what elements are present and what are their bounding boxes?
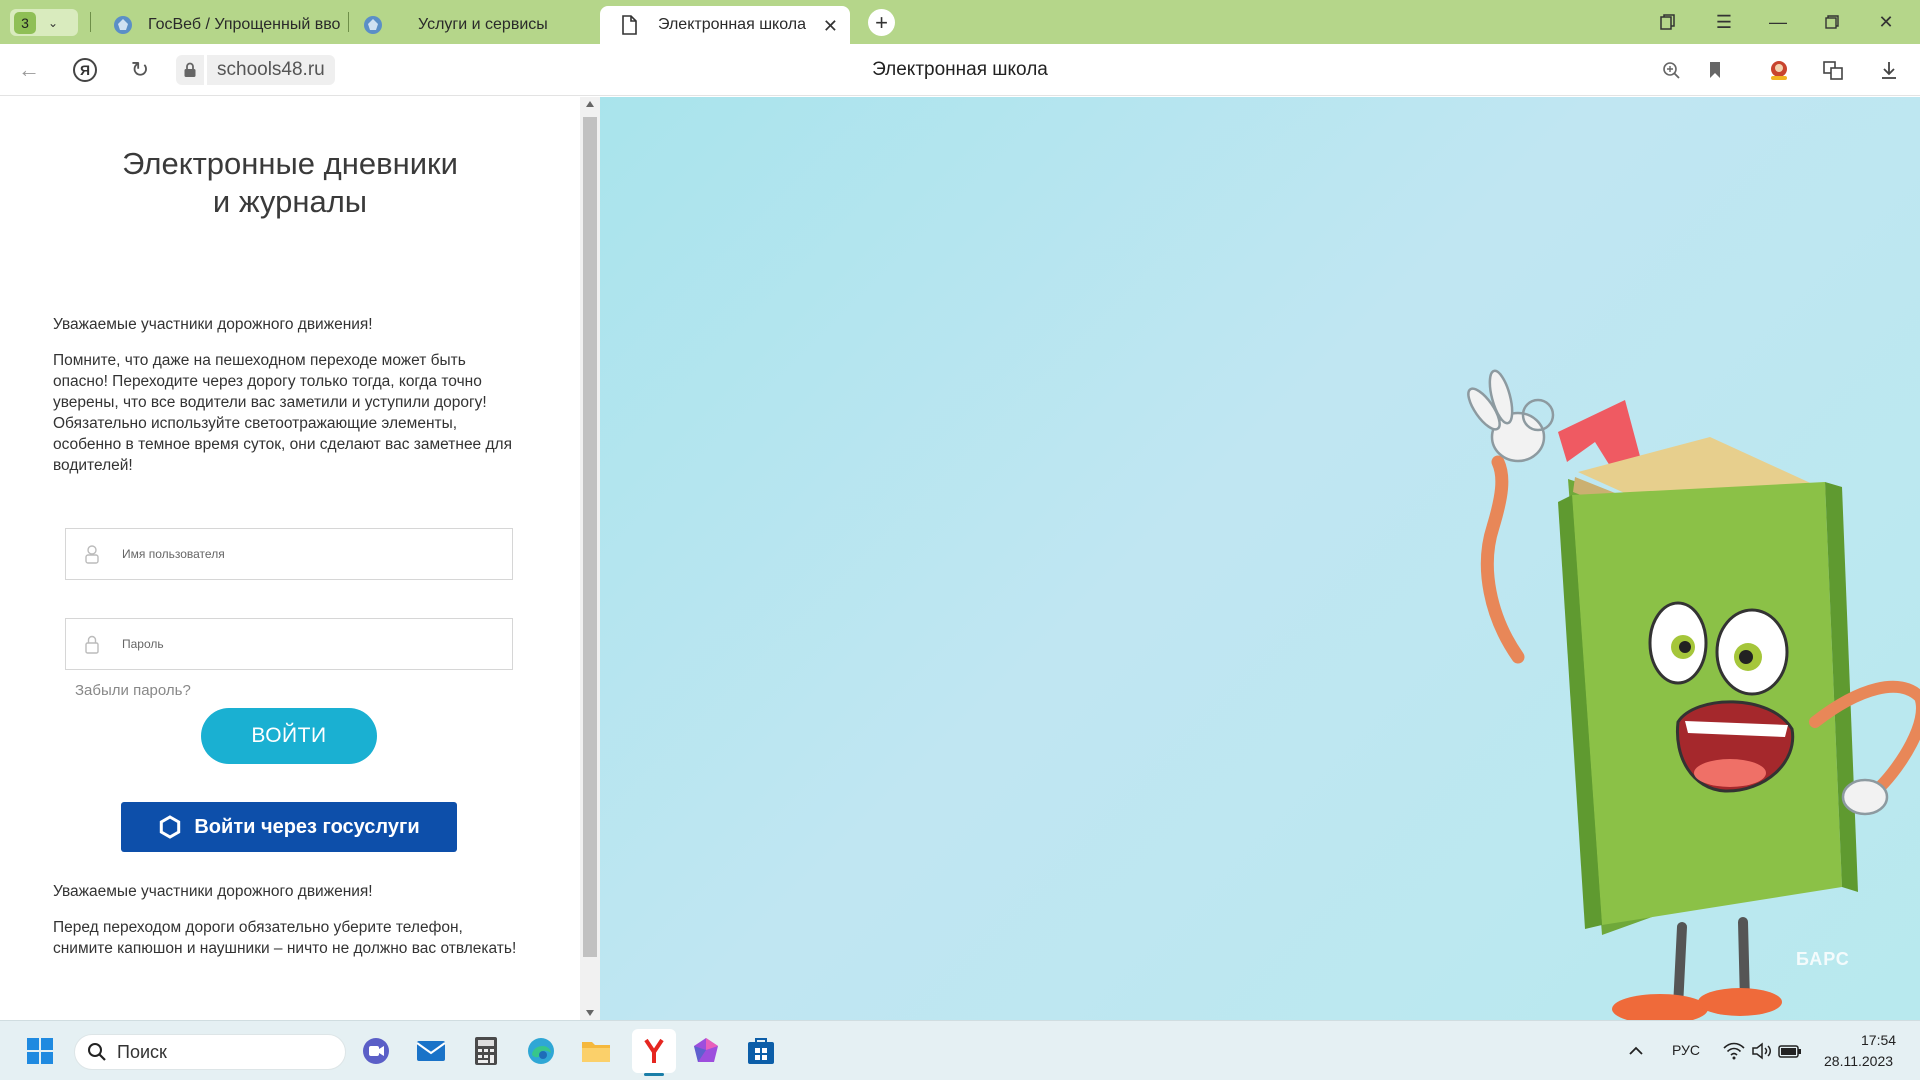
scroll-down-icon[interactable] <box>586 1010 594 1016</box>
emblem-icon <box>114 16 132 34</box>
password-field[interactable] <box>65 618 513 670</box>
download-icon[interactable] <box>1876 57 1902 83</box>
back-arrow-icon[interactable]: ← <box>16 57 42 83</box>
tab-separator <box>90 12 91 32</box>
url-field[interactable]: schools48.ru <box>176 55 335 85</box>
mail-icon[interactable] <box>415 1035 447 1067</box>
new-tab-button[interactable]: + <box>868 9 895 36</box>
page-title: Электронная школа <box>872 59 1048 80</box>
password-input[interactable] <box>122 637 502 651</box>
emblem-icon <box>364 16 382 34</box>
clock-date[interactable]: 28.11.2023 <box>1824 1053 1893 1069</box>
battery-icon[interactable] <box>1774 1035 1806 1067</box>
tab-separator <box>348 12 349 32</box>
yandex-icon[interactable]: Я <box>72 57 98 83</box>
forgot-password-link[interactable]: Забыли пароль? <box>75 682 191 699</box>
page-icon <box>622 15 637 35</box>
notice-body: Перед переходом дороги обязательно убери… <box>53 919 517 957</box>
close-icon[interactable]: ✕ <box>823 16 838 37</box>
clock-time[interactable]: 17:54 <box>1861 1032 1896 1048</box>
heading-line-1: Электронные дневники <box>122 146 458 181</box>
translate-icon[interactable] <box>1820 57 1846 83</box>
active-indicator <box>644 1073 664 1076</box>
chevron-down-icon: ⌄ <box>48 15 59 30</box>
meet-icon[interactable] <box>360 1035 392 1067</box>
page-scrollbar[interactable] <box>580 97 600 1020</box>
bookmark-icon[interactable] <box>1702 57 1728 83</box>
username-input[interactable] <box>122 547 502 561</box>
tab-count: 3 <box>14 11 36 34</box>
username-field[interactable] <box>65 528 513 580</box>
calculator-icon[interactable] <box>470 1035 502 1067</box>
language-indicator[interactable]: РУС <box>1672 1042 1700 1058</box>
notice-heading: Уважаемые участники дорожного движения! <box>53 316 373 333</box>
illustration-panel: БАРС <box>600 97 1920 1020</box>
menu-icon[interactable]: ☰ <box>1712 10 1736 34</box>
edge-browser-icon[interactable] <box>525 1035 557 1067</box>
tab-title: ГосВеб / Упрощенный вво <box>148 16 340 33</box>
notice-heading: Уважаемые участники дорожного движения! <box>53 883 373 900</box>
taskbar-search[interactable]: Поиск <box>74 1034 346 1070</box>
gosuslugi-login-button[interactable]: Войти через госуслуги <box>121 802 457 852</box>
gosuslugi-icon <box>160 815 181 839</box>
tab-gosweb[interactable]: ГосВеб / Упрощенный вво <box>112 6 340 44</box>
store-icon[interactable] <box>745 1035 777 1067</box>
file-explorer-icon[interactable] <box>580 1035 612 1067</box>
tab-counter-button[interactable]: 3 ⌄ <box>10 9 78 36</box>
lock-icon <box>80 632 104 656</box>
zoom-icon[interactable] <box>1658 57 1684 83</box>
address-bar: Электронная школа ← Я ↻ schools48.ru <box>0 44 1920 96</box>
collections-icon[interactable] <box>1656 10 1680 34</box>
close-window-icon[interactable]: ✕ <box>1874 10 1898 34</box>
minimize-icon[interactable]: — <box>1766 10 1790 34</box>
extension-icon[interactable] <box>1766 57 1792 83</box>
scrollbar-thumb[interactable] <box>583 117 597 957</box>
windows-start-icon[interactable] <box>24 1035 56 1067</box>
maximize-icon[interactable] <box>1820 10 1844 34</box>
tab-electronic-school[interactable]: Электронная школа ✕ <box>600 6 850 44</box>
tab-title: Электронная школа <box>658 16 806 33</box>
reload-icon[interactable]: ↻ <box>127 57 153 83</box>
photo-app-icon[interactable] <box>690 1035 722 1067</box>
login-button[interactable]: ВОЙТИ <box>201 708 377 764</box>
lock-icon[interactable] <box>176 55 204 85</box>
notice-body: Помните, что даже на пешеходном переходе… <box>53 352 512 474</box>
main-heading: Электронные дневники и журналы <box>0 145 580 221</box>
tab-services[interactable]: Услуги и сервисы <box>362 6 592 44</box>
chevron-up-icon[interactable] <box>1620 1035 1652 1067</box>
gosuslugi-label: Войти через госуслуги <box>194 815 420 838</box>
windows-taskbar: Поиск РУС 17:54 28.11.2023 <box>0 1020 1920 1080</box>
login-panel: Электронные дневники и журналы Уважаемые… <box>0 97 580 1020</box>
scroll-up-icon[interactable] <box>586 101 594 107</box>
user-icon <box>80 542 104 566</box>
search-icon <box>88 1043 106 1061</box>
tab-title: Услуги и сервисы <box>418 16 548 33</box>
bars-logo: БАРС <box>1796 949 1850 969</box>
yandex-browser-icon[interactable] <box>638 1035 670 1067</box>
url-text: schools48.ru <box>204 55 335 85</box>
heading-line-2: и журналы <box>212 184 368 219</box>
book-mascot-illustration <box>1467 369 1920 1020</box>
search-placeholder: Поиск <box>117 1041 167 1062</box>
browser-tab-bar: 3 ⌄ ГосВеб / Упрощенный вво Услуги и сер… <box>0 0 1920 44</box>
